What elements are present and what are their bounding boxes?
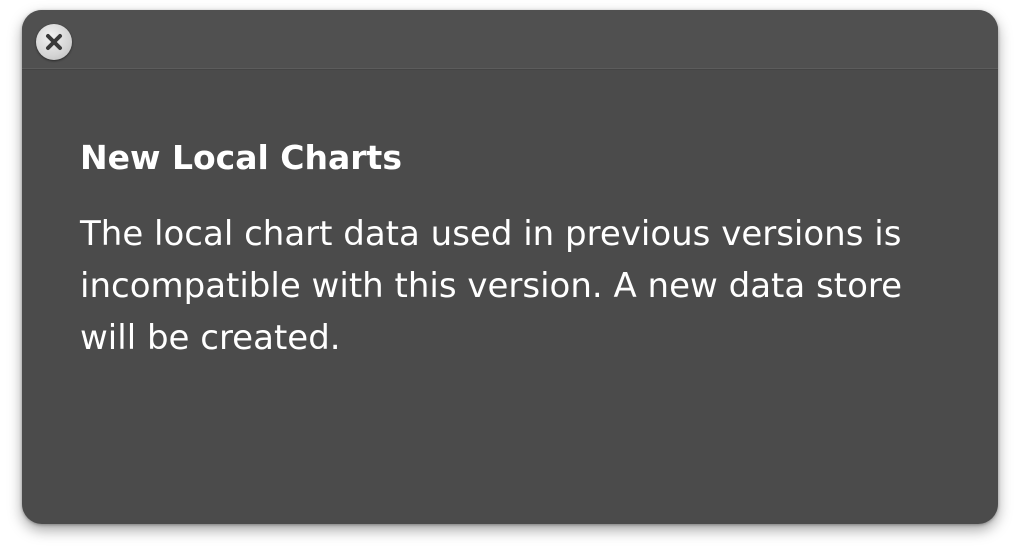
close-button[interactable]	[36, 24, 72, 60]
notification-panel: New Local Charts The local chart data us…	[22, 10, 998, 524]
panel-titlebar	[22, 10, 998, 69]
panel-content: New Local Charts The local chart data us…	[80, 138, 970, 364]
close-icon	[46, 34, 62, 50]
dialog-message: The local chart data used in previous ve…	[80, 214, 903, 358]
dialog-title: New Local Charts	[80, 138, 402, 177]
